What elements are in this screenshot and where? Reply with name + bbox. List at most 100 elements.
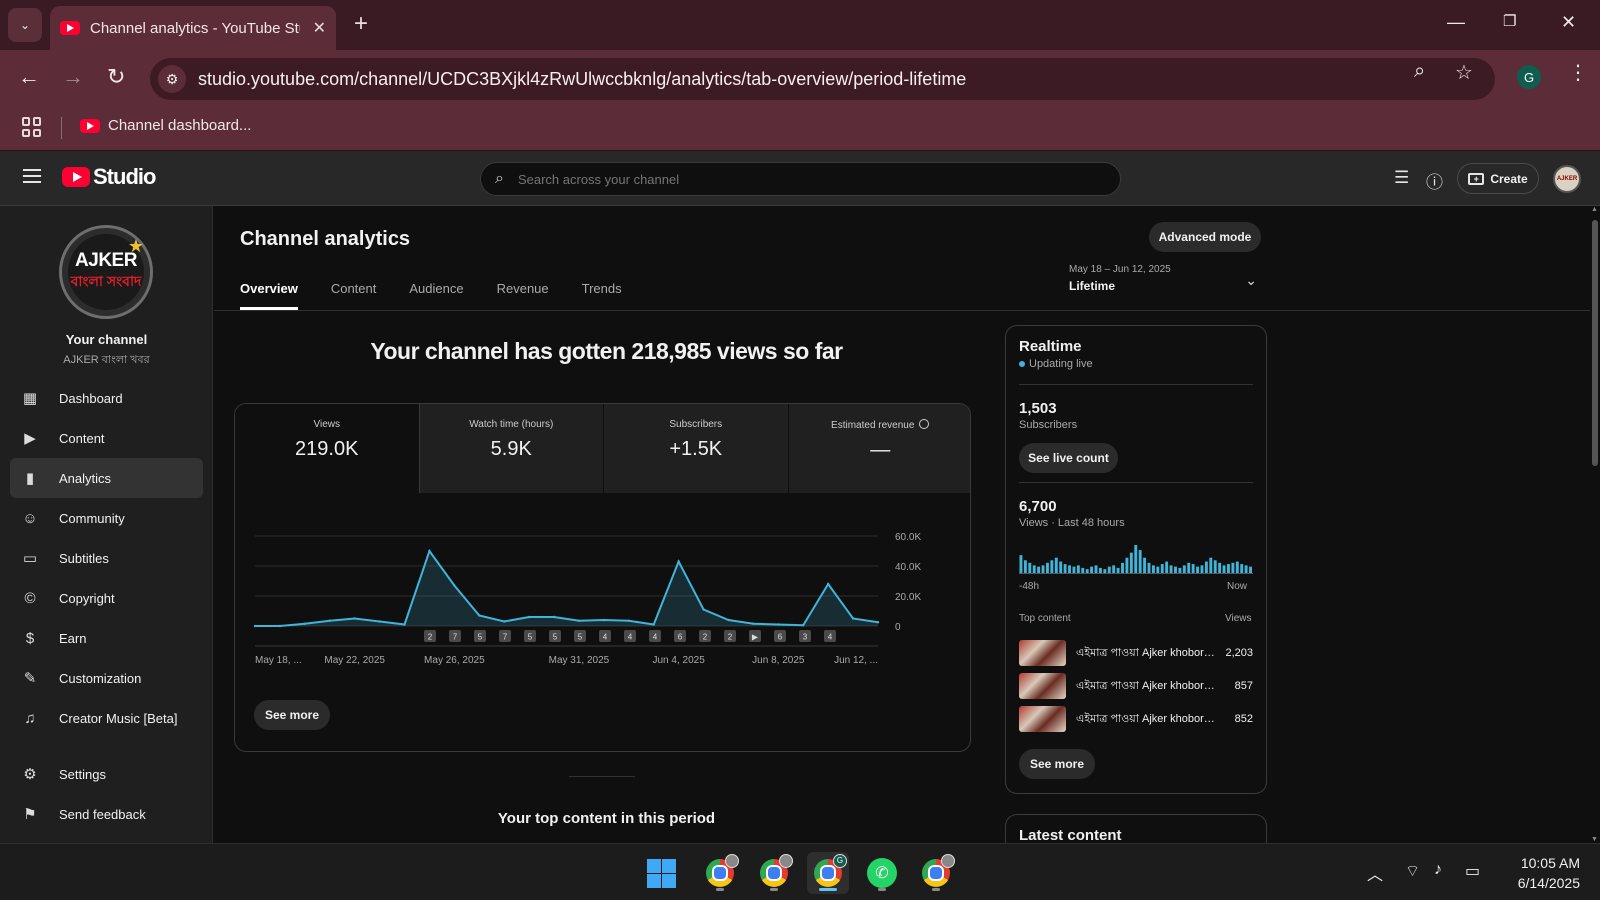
realtime-bar	[1182, 565, 1186, 573]
address-bar[interactable]: ⚙ studio.youtube.com/channel/UCDC3BXjkl4…	[150, 58, 1495, 100]
bookmark-channel-dashboard[interactable]: Channel dashboard...	[80, 117, 251, 134]
sidebar-item-send-feedback[interactable]: ⚑ Send feedback	[10, 794, 203, 834]
chart-video-marker-label: 5	[578, 633, 583, 642]
see-more-button[interactable]: See more	[254, 700, 330, 730]
realtime-bar-chart[interactable]	[1019, 544, 1253, 574]
chart-point	[851, 617, 855, 620]
video-thumbnail	[1019, 640, 1066, 666]
taskbar-chrome-profile-1[interactable]	[699, 852, 741, 894]
battery-icon[interactable]: ▭	[1465, 861, 1480, 881]
create-button[interactable]: + Create	[1457, 163, 1539, 194]
top-content-row[interactable]: এইমাত্র পাওয়া Ajker khobor 10 Jun' 25 8…	[1019, 705, 1253, 733]
advanced-mode-button[interactable]: Advanced mode	[1149, 222, 1261, 252]
views-chart[interactable]: 60.0K 40.0K 20.0K 0 2 7 5 7 5 5 5 4 4 4 6 2 2 ▶ 6 3 4 May 18,…	[235, 493, 971, 693]
close-window-icon[interactable]: ✕	[1561, 12, 1576, 33]
realtime-see-more-button[interactable]: See more	[1019, 749, 1095, 779]
studio-logo[interactable]: Studio	[62, 164, 156, 190]
close-tab-icon[interactable]: ✕	[313, 18, 326, 38]
sidebar-item-dashboard[interactable]: ▦ Dashboard	[10, 378, 203, 418]
clock-icon	[919, 419, 930, 429]
scrollbar-thumb[interactable]	[1592, 220, 1598, 466]
sidebar-item-label: Dashboard	[59, 390, 123, 406]
chart-x-tick-label: May 31, 2025	[549, 655, 610, 666]
reload-icon[interactable]: ↻	[107, 64, 125, 90]
taskbar-chrome-profile-2[interactable]	[753, 852, 795, 894]
chart-y-tick-label: 0	[895, 622, 901, 633]
channel-avatar[interactable]: ★ AJKER বাংলা সংবাদ	[59, 225, 153, 319]
tab-audience[interactable]: Audience	[409, 270, 463, 310]
taskbar-chrome-profile-g[interactable]: G	[807, 852, 849, 894]
profile-avatar[interactable]: G	[1517, 65, 1541, 89]
metric-watch-time[interactable]: Watch time (hours) 5.9K	[419, 404, 604, 493]
new-tab-icon[interactable]: +	[354, 12, 368, 36]
chart-x-tick-label: May 22, 2025	[324, 655, 385, 666]
scroll-down-icon[interactable]: ▼	[1591, 836, 1598, 843]
show-hidden-icons-icon[interactable]: ︿	[1367, 861, 1383, 885]
sidebar-item-copyright[interactable]: © Copyright	[10, 578, 203, 618]
updating-live-text: Updating live	[1029, 358, 1093, 370]
realtime-bar	[1081, 567, 1085, 573]
sidebar-item-analytics[interactable]: ▮ Analytics	[10, 458, 203, 498]
metric-label: Watch time (hours)	[469, 419, 554, 430]
bookmark-star-icon[interactable]: ☆	[1455, 60, 1473, 85]
chart-point	[777, 623, 780, 626]
wifi-icon[interactable]: ⌔	[1405, 861, 1420, 881]
sidebar-item-earn[interactable]: $ Earn	[10, 618, 203, 658]
taskbar-whatsapp[interactable]: ✆	[861, 852, 903, 894]
metric-views[interactable]: Views 219.0K	[235, 404, 420, 493]
metric-subscribers[interactable]: Subscribers +1.5K	[604, 404, 789, 493]
tab-trends[interactable]: Trends	[582, 270, 622, 310]
period-selector[interactable]: May 18 – Jun 12, 2025 Lifetime ⌄	[1069, 264, 1259, 293]
hamburger-menu-icon[interactable]	[23, 169, 41, 183]
chart-point	[826, 582, 830, 586]
metric-revenue[interactable]: Estimated revenue —	[788, 404, 970, 493]
page-scrollbar[interactable]: ▲ ▼	[1590, 206, 1600, 843]
tab-overview[interactable]: Overview	[240, 270, 298, 310]
realtime-bar	[1121, 562, 1124, 573]
search-input[interactable]	[517, 171, 1078, 187]
youtube-favicon-icon	[80, 118, 100, 133]
realtime-bar	[1094, 565, 1098, 573]
restore-icon[interactable]: ❐	[1503, 12, 1516, 30]
top-content-row[interactable]: এইমাত্র পাওয়া Ajker khobor 11 Jun' 25 8…	[1019, 672, 1253, 700]
apps-grid-icon[interactable]	[22, 117, 42, 137]
back-icon[interactable]: ←	[18, 64, 40, 90]
sidebar-item-customization[interactable]: ✎ Customization	[10, 658, 203, 698]
browser-tab[interactable]: Channel analytics - YouTube Studio ✕	[50, 6, 336, 50]
realtime-bar	[1076, 565, 1080, 573]
chart-point	[577, 619, 581, 622]
kebab-menu-icon[interactable]: ⋮	[1568, 60, 1588, 85]
youtube-logo-icon	[62, 167, 90, 187]
see-live-count-button[interactable]: See live count	[1019, 443, 1118, 473]
channel-search[interactable]: ⌕	[480, 162, 1121, 196]
site-info-icon[interactable]: ⚙	[158, 65, 186, 93]
chart-x-tick-label: Jun 4, 2025	[653, 655, 706, 666]
sidebar-item-content[interactable]: ▶ Content	[10, 418, 203, 458]
scroll-up-icon[interactable]: ▲	[1591, 206, 1598, 213]
windows-taskbar: G ✆ ︿ ⌔ ♪ ▭ 10:05 AM 6/14/2025	[0, 843, 1600, 900]
minimize-icon[interactable]: —	[1447, 12, 1465, 33]
account-avatar[interactable]: AJKER	[1553, 165, 1581, 193]
help-icon[interactable]: ⓘ	[1426, 168, 1443, 193]
sidebar-item-label: Subtitles	[59, 550, 109, 566]
tab-search-button[interactable]: ⌄	[8, 8, 42, 42]
tab-revenue[interactable]: Revenue	[497, 270, 549, 310]
realtime-bar	[1107, 566, 1111, 573]
taskbar-chrome-profile-3[interactable]	[915, 852, 957, 894]
metrics-row: Views 219.0K Watch time (hours) 5.9K Sub…	[235, 404, 970, 493]
page-title: Channel analytics	[240, 228, 411, 250]
zoom-icon[interactable]: ⌕	[1414, 60, 1425, 83]
sidebar-item-community[interactable]: ☺ Community	[10, 498, 203, 538]
top-content-row[interactable]: এইমাত্র পাওয়া Ajker khobor 12 Jun' 25 2…	[1019, 639, 1253, 667]
volume-icon[interactable]: ♪	[1434, 861, 1442, 879]
windows-start-icon[interactable]	[647, 859, 676, 888]
dashboard-icon: ▦	[22, 390, 38, 407]
system-clock[interactable]: 10:05 AM 6/14/2025	[1500, 853, 1580, 893]
tab-content[interactable]: Content	[331, 270, 377, 310]
realtime-bar	[1200, 565, 1204, 573]
forward-icon[interactable]: →	[62, 64, 84, 90]
sidebar-item-subtitles[interactable]: ▭ Subtitles	[10, 538, 203, 578]
sidebar-item-creator-music[interactable]: ♫ Creator Music [Beta]	[10, 698, 203, 738]
sidebar-item-settings[interactable]: ⚙ Settings	[10, 754, 203, 794]
messages-icon[interactable]: ☰	[1394, 168, 1409, 188]
